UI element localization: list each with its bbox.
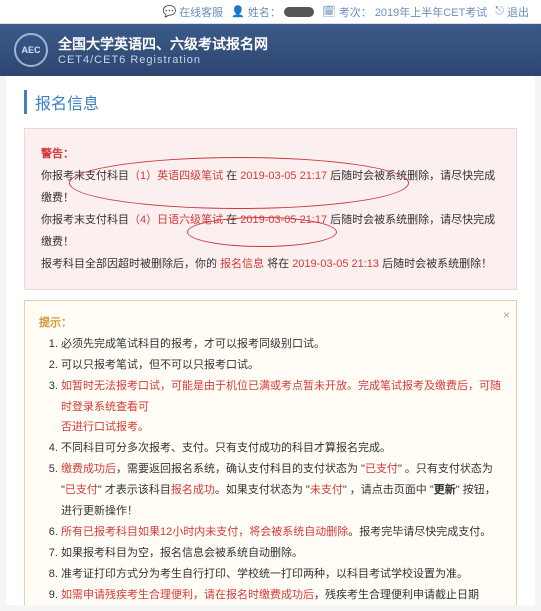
warning-label: 警告： (41, 143, 500, 165)
close-icon[interactable]: × (503, 304, 510, 327)
content-area: 报名信息 警告： 你报考末支付科目（1）英语四级笔试 在 2019-03-05 … (6, 76, 535, 605)
tip-item-9: 如需申请残疾考生合理便利，请在报名时缴费成功后，残疾考生合理便利申请截止日期（2… (61, 585, 502, 605)
tip-item-4: 不同科目可分多次报考、支付。只有支付成功的科目才算报名完成。 (61, 438, 502, 459)
service-label: 在线客服 (179, 4, 223, 20)
online-service-link[interactable]: 💬在线客服 (162, 4, 223, 20)
tip-item-1: 必须先完成笔试科目的报考，才可以报考同级别口试。 (61, 334, 502, 355)
top-bar: 💬在线客服 👤姓名： 🗓考次：2019年上半年CET考试 ⎋退出 (0, 0, 541, 24)
name-label: 姓名： (248, 4, 281, 20)
logout-label: 退出 (507, 4, 529, 20)
tip-item-8: 准考证打印方式分为考生自行打印、学校统一打印两种，以科目考试学校设置为准。 (61, 564, 502, 585)
calendar-icon: 🗓 (322, 5, 336, 18)
site-header: AEC 全国大学英语四、六级考试报名网 CET4/CET6 Registrati… (0, 24, 541, 76)
user-icon: 👤 (231, 5, 245, 18)
tips-list: 必须先完成笔试科目的报考，才可以报考同级别口试。 可以只报考笔试，但不可以只报考… (39, 334, 502, 605)
tip-item-7: 如果报考科目为空，报名信息会被系统自动删除。 (61, 543, 502, 564)
tip-item-5: 缴费成功后，需要返回报名系统，确认支付科目的支付状态为 "已支付" 。只有支付状… (61, 459, 502, 522)
warning-box: 警告： 你报考末支付科目（1）英语四级笔试 在 2019-03-05 21:17… (24, 128, 517, 290)
tip-item-3: 如暂时无法报考口试，可能是由于机位已满或考点暂未开放。完成笔试报考及缴费后，可随… (61, 376, 502, 439)
user-name-link[interactable]: 👤姓名： (231, 4, 314, 20)
tips-box: × 提示： 必须先完成笔试科目的报考，才可以报考同级别口试。 可以只报考笔试，但… (24, 300, 517, 605)
exam-session-link[interactable]: 🗓考次：2019年上半年CET考试 (322, 4, 487, 20)
warning-line-3: 报考科目全部因超时被删除后，你的 报名信息 将在 2019-03-05 21:1… (41, 253, 500, 275)
site-logo: AEC (14, 33, 48, 67)
exam-value: 2019年上半年CET考试 (375, 4, 487, 20)
warning-line-2: 你报考末支付科目（4）日语六级笔试 在 2019-03-05 21:17 后随时… (41, 209, 500, 253)
service-icon: 💬 (162, 5, 176, 18)
header-title-cn: 全国大学英语四、六级考试报名网 (58, 34, 268, 54)
tip-item-6: 所有已报考科目如果12小时内未支付，将会被系统自动删除。报考完毕请尽快完成支付。 (61, 522, 502, 543)
logout-link[interactable]: ⎋退出 (495, 4, 529, 20)
tip-item-2: 可以只报考笔试，但不可以只报考口试。 (61, 355, 502, 376)
tips-label: 提示： (39, 313, 502, 334)
page-title: 报名信息 (24, 90, 517, 114)
logout-icon: ⎋ (495, 5, 504, 18)
header-title-en: CET4/CET6 Registration (58, 54, 268, 66)
exam-label: 考次： (339, 4, 372, 20)
name-redacted (284, 7, 314, 17)
warning-line-1: 你报考末支付科目（1）英语四级笔试 在 2019-03-05 21:17 后随时… (41, 165, 500, 209)
header-titles: 全国大学英语四、六级考试报名网 CET4/CET6 Registration (58, 34, 268, 66)
